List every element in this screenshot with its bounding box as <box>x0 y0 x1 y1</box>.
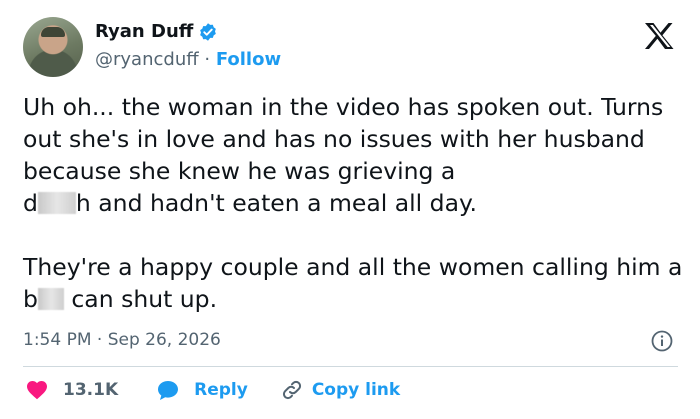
reply-bubble-icon <box>158 381 179 400</box>
heart-icon <box>27 381 47 400</box>
censored-word-blur-2 <box>37 288 64 310</box>
author-handle-row: @ryancduff · Follow <box>95 47 281 73</box>
handle-separator: · <box>204 49 211 70</box>
author-name-row: Ryan Duff <box>95 19 218 45</box>
author-handle[interactable]: @ryancduff <box>95 49 199 70</box>
link-icon <box>282 380 301 400</box>
reply-label: Reply <box>194 380 248 400</box>
tweet-timestamp[interactable]: 1:54 PM · Sep 26, 2026 <box>23 327 221 353</box>
tweet-text-censored-start: d <box>23 189 38 217</box>
avatar[interactable] <box>23 17 83 77</box>
follow-button[interactable]: Follow <box>216 49 281 70</box>
like-count: 13.1K <box>63 380 119 400</box>
divider <box>23 366 678 367</box>
info-icon[interactable] <box>651 330 673 352</box>
copy-link-button[interactable]: Copy link <box>280 378 400 402</box>
action-bar: 13.1K Reply Copy link <box>25 378 400 402</box>
tweet-text-para2-end: can shut up. <box>63 285 218 313</box>
reply-button[interactable]: Reply <box>156 378 248 402</box>
avatar-cap <box>41 27 65 37</box>
verified-badge-icon <box>200 23 217 41</box>
x-logo-icon[interactable] <box>644 22 674 50</box>
like-button[interactable]: 13.1K <box>25 378 118 402</box>
censored-word-blur <box>37 192 76 214</box>
copy-link-label: Copy link <box>311 380 401 400</box>
tweet-text-line1-end: h and hadn't eaten a meal all day. <box>75 189 478 217</box>
tweet-text-line1: Uh oh... the woman in the video has spok… <box>23 93 664 185</box>
tweet-text: Uh oh... the woman in the video has spok… <box>23 91 683 315</box>
author-display-name[interactable]: Ryan Duff <box>95 19 193 45</box>
